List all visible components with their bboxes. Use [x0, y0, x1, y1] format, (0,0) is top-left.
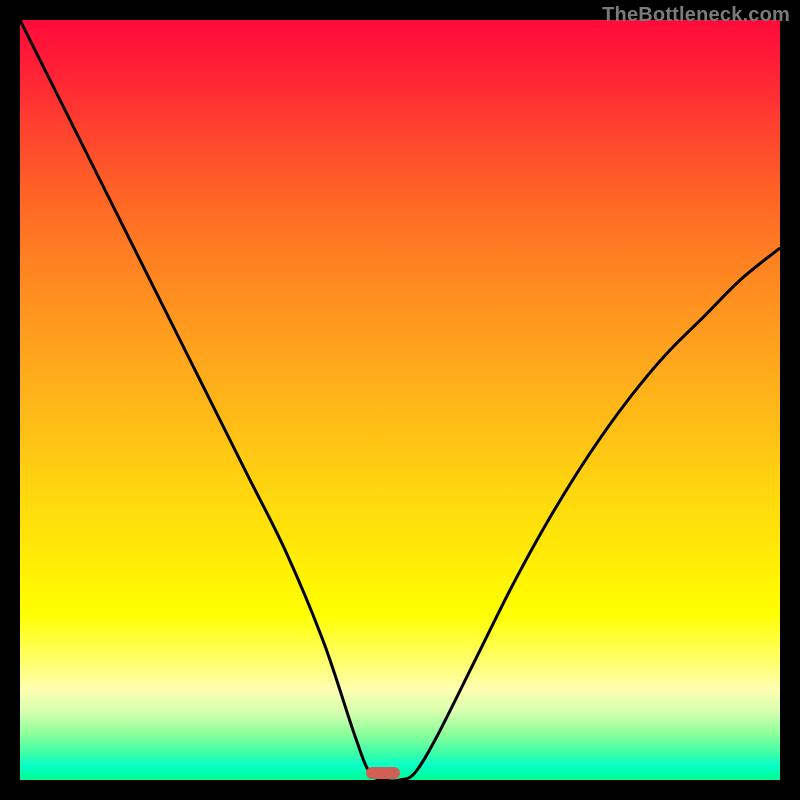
bottleneck-curve: [20, 20, 780, 780]
curve-path: [20, 20, 780, 780]
watermark-text: TheBottleneck.com: [602, 4, 790, 27]
chart-stage: { "watermark": "TheBottleneck.com", "col…: [0, 0, 800, 800]
plot-area: [20, 20, 780, 780]
optimal-marker: [366, 767, 400, 779]
